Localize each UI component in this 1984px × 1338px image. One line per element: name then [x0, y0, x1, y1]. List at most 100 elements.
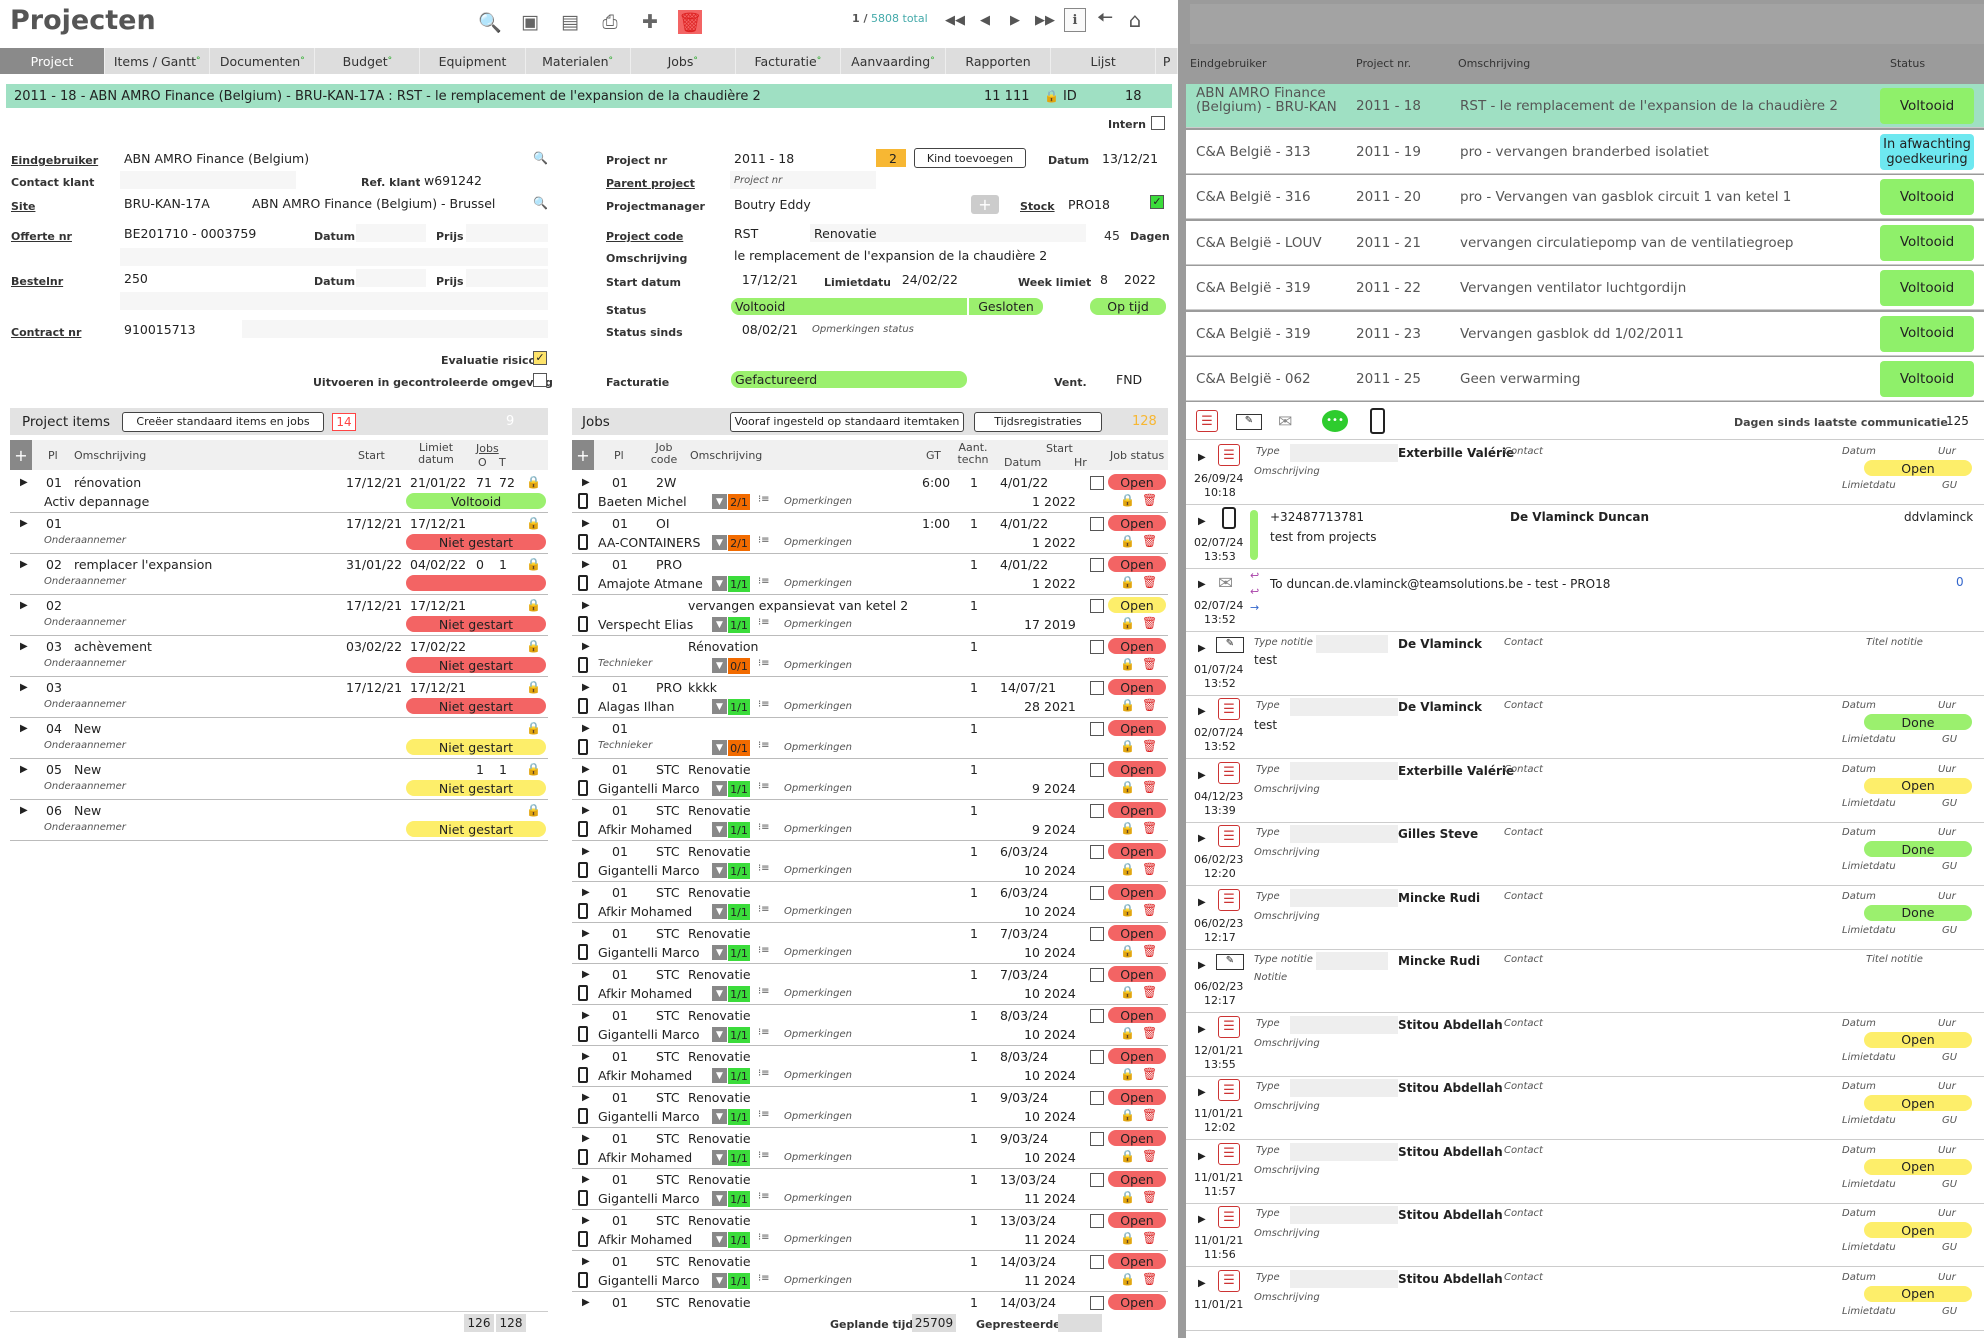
dropdown-icon[interactable]: ▼ — [712, 1027, 727, 1042]
bestel-prijs-field[interactable] — [466, 269, 548, 287]
trash-icon[interactable]: 🗑 — [1142, 985, 1157, 999]
site-code-field[interactable]: BRU-KAN-17A — [120, 194, 248, 212]
opmerkingen-field[interactable]: Opmerkingen — [784, 988, 852, 999]
trash-icon[interactable]: 🗑 — [1142, 1231, 1157, 1245]
job-row[interactable]: ▶ 01 STC Renovatie 1 13/03/24 Open Afkir Mohame… — [572, 1210, 1168, 1251]
job-checkbox[interactable] — [1090, 476, 1104, 490]
site-name-field[interactable]: ABN AMRO Finance (Belgium) - Brussel — [248, 194, 528, 212]
job-status[interactable]: Open — [1108, 1089, 1166, 1105]
comm-type-field[interactable] — [1290, 1206, 1398, 1224]
item-status-bar[interactable]: Niet gestart — [406, 698, 546, 714]
expand-icon[interactable]: ▶ — [20, 641, 28, 652]
expand-icon[interactable]: ▶ — [20, 518, 28, 529]
table-row[interactable]: ▶ 01 rénovation Activ depannage 17/12/21 21/0… — [10, 472, 548, 513]
job-row[interactable]: ▶ 01 PRO 1 4/01/22 Open Amajote Atmane ▼ 1/1 ⁝≡ Op… — [572, 554, 1168, 595]
comm-status[interactable]: Open — [1864, 1285, 1972, 1302]
trash-icon[interactable]: 🗑 — [1142, 821, 1157, 835]
comm-status[interactable]: Open — [1864, 777, 1972, 794]
preset-jobs-button[interactable]: Vooraf ingesteld op standaard itemtaken — [730, 411, 964, 432]
job-checkbox[interactable] — [1090, 804, 1104, 818]
dropdown-icon[interactable]: ▼ — [712, 945, 727, 960]
limietdatum-field[interactable]: 24/02/22 — [890, 270, 962, 288]
job-row[interactable]: ▶ 01 PRO kkkk 1 14/07/21 Open Alagas Ilhan ▼ 1/1 ⁝… — [572, 677, 1168, 718]
dropdown-icon[interactable]: ▼ — [712, 1068, 727, 1083]
project-list-row[interactable]: C&A België - 313 2011 - 19 pro - vervangen… — [1186, 129, 1984, 174]
week-limiet-field[interactable]: 8 — [1096, 270, 1118, 288]
item-status-bar[interactable]: Niet gestart — [406, 780, 546, 796]
back-icon[interactable]: 🠤 — [1094, 5, 1116, 32]
dropdown-icon[interactable]: ▼ — [712, 986, 727, 1001]
expand-icon[interactable]: ▶ — [1198, 1214, 1206, 1225]
menu-icon[interactable]: ⁝≡ — [758, 1232, 770, 1243]
job-row[interactable]: ▶ 01 2W 6:00 1 4/01/22 Open Baeten Michel ▼ 2/1 ⁝≡… — [572, 472, 1168, 513]
tab-p[interactable]: P — [1156, 48, 1179, 74]
comm-status[interactable]: Done — [1864, 841, 1972, 857]
comm-row[interactable]: ▶ ☰ 11/01/21 12:02 Type Omschrijving Stitou Ab… — [1186, 1077, 1984, 1140]
job-checkbox[interactable] — [1090, 640, 1104, 654]
menu-icon[interactable]: ⁝≡ — [758, 617, 770, 628]
offerte-field[interactable]: BE201710 - 0003759 — [120, 224, 296, 242]
bestelnr-field[interactable]: 250 — [120, 269, 296, 287]
opmerkingen-field[interactable]: Opmerkingen — [784, 1193, 852, 1204]
job-checkbox[interactable] — [1090, 1214, 1104, 1228]
table-row[interactable]: ▶ 01 Onderaannemer 17/12/21 17/12/21 🔒 Niet ge… — [10, 513, 548, 554]
tab-rapporten[interactable]: Rapporten — [946, 48, 1052, 74]
bestel-extra-field[interactable] — [120, 292, 548, 310]
expand-icon[interactable]: ▶ — [1198, 706, 1206, 717]
expand-icon[interactable]: ▶ — [20, 682, 28, 693]
dropdown-icon[interactable]: ▼ — [712, 699, 727, 714]
table-row[interactable]: ▶ 04 New Onderaannemer 🔒 Niet gestart — [10, 718, 548, 759]
database-icon[interactable]: ▣ — [518, 10, 542, 34]
job-checkbox[interactable] — [1090, 681, 1104, 695]
job-status[interactable]: Open — [1108, 843, 1166, 859]
expand-icon[interactable]: ▶ — [582, 1092, 590, 1103]
job-status[interactable]: Open — [1108, 638, 1166, 654]
item-status-bar[interactable]: Niet gestart — [406, 534, 546, 550]
stock-field[interactable]: PRO18 — [1064, 195, 1146, 213]
opmerkingen-field[interactable]: Opmerkingen — [784, 578, 852, 589]
expand-icon[interactable]: ▶ — [20, 559, 28, 570]
last-record-icon[interactable]: ▶▶ — [1034, 8, 1056, 32]
expand-icon[interactable]: ▶ — [1198, 897, 1206, 908]
trash-icon[interactable]: 🗑 — [1142, 1026, 1157, 1040]
comm-type-field[interactable] — [1290, 1142, 1398, 1161]
job-checkbox[interactable] — [1090, 886, 1104, 900]
tab-lijst[interactable]: Lijst — [1051, 48, 1157, 74]
expand-icon[interactable]: ▶ — [582, 846, 590, 857]
expand-icon[interactable]: ▶ — [582, 682, 590, 693]
parent-project-field[interactable]: Project nr — [730, 171, 876, 189]
dropdown-icon[interactable]: ▼ — [712, 576, 727, 591]
expand-icon[interactable]: ▶ — [1198, 1278, 1206, 1289]
trash-icon[interactable]: 🗑 — [1142, 698, 1157, 712]
start-datum-field[interactable]: 17/12/21 — [730, 270, 802, 288]
job-status[interactable]: Open — [1108, 556, 1166, 572]
add-manager-button[interactable]: + — [971, 195, 999, 214]
job-checkbox[interactable] — [1090, 1173, 1104, 1187]
tab-materialen[interactable]: Materialen ° — [526, 48, 631, 74]
gecontroleerd-checkbox[interactable] — [533, 373, 547, 387]
job-row[interactable]: ▶ 01 STC Renovatie 1 7/03/24 Open Afkir Mohamed… — [572, 964, 1168, 1005]
projectmanager-field[interactable]: Boutry Eddy — [730, 195, 966, 213]
tab-documenten[interactable]: Documenten ° — [210, 48, 316, 74]
menu-icon[interactable]: ⁝≡ — [758, 658, 770, 669]
comm-row[interactable]: ▶ 02/07/24 13:53 +32487713781 De Vlaminck Du… — [1186, 506, 1984, 569]
expand-icon[interactable]: ▶ — [582, 1256, 590, 1267]
expand-icon[interactable]: ▶ — [1198, 643, 1206, 654]
job-status[interactable]: Open — [1108, 679, 1166, 695]
create-standard-items-button[interactable]: Creëer standaard items en jobs — [122, 411, 324, 432]
project-datum-field[interactable]: 13/12/21 — [1098, 149, 1166, 167]
comm-row[interactable]: ▶ ☰ 11/01/21 Type Omschrijving Stitou Abdella… — [1186, 1268, 1984, 1331]
comm-type-field[interactable] — [1290, 1269, 1398, 1288]
expand-icon[interactable]: ▶ — [1198, 960, 1206, 971]
opmerkingen-field[interactable]: Opmerkingen — [784, 947, 852, 958]
add-job-button[interactable]: + — [572, 440, 594, 470]
menu-icon[interactable]: ⁝≡ — [758, 494, 770, 505]
dropdown-icon[interactable]: ▼ — [712, 863, 727, 878]
print-icon[interactable]: ⎙ — [598, 10, 622, 34]
project-list-row[interactable]: ABN AMRO Finance (Belgium) - BRU-KAN 2011… — [1186, 84, 1984, 128]
table-row[interactable]: ▶ 03 Onderaannemer 17/12/21 17/12/21 🔒 Niet ge… — [10, 677, 548, 718]
comm-type-field[interactable] — [1290, 698, 1398, 716]
menu-icon[interactable]: ⁝≡ — [758, 535, 770, 546]
job-row[interactable]: ▶ Rénovation 1 Open Technieker ▼ 0/1 ⁝≡ Opmerkin… — [572, 636, 1168, 677]
first-record-icon[interactable]: ◀◀ — [944, 8, 966, 32]
